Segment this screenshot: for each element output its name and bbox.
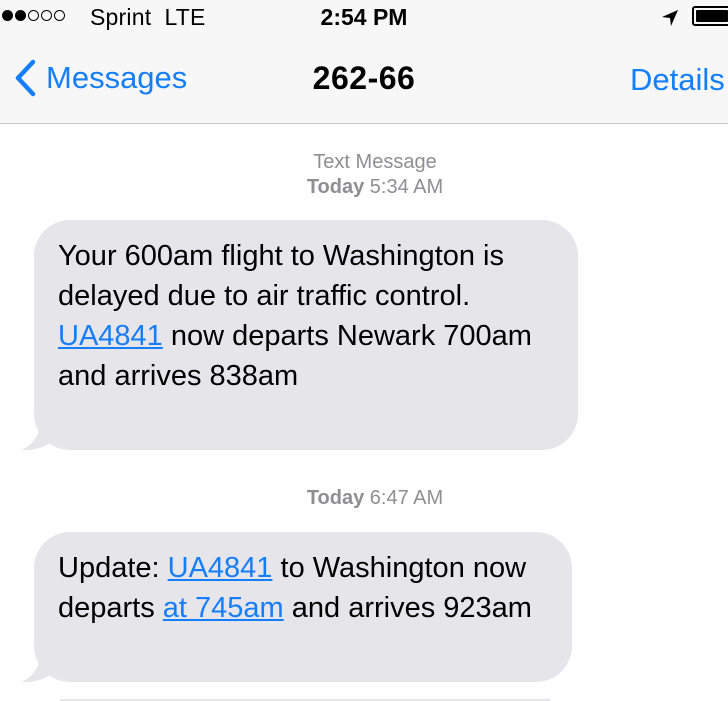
- message-thread[interactable]: Text Message Today 5:34 AM Your 600am fl…: [0, 124, 728, 701]
- message-bubble[interactable]: Your 600am flight to Washington is delay…: [34, 220, 578, 450]
- details-button[interactable]: Details: [630, 62, 725, 98]
- message-bubble[interactable]: Update: UA4841 to Washington now departs…: [34, 532, 572, 682]
- message-text: and arrives 923am: [283, 592, 532, 624]
- message-text: Your 600am flight to Washington is delay…: [58, 240, 505, 312]
- timestamp: Today 5:34 AM: [0, 175, 728, 200]
- timestamp: Today 6:47 AM: [0, 486, 728, 511]
- message-text: Update:: [58, 552, 168, 584]
- timestamp-day: Today: [306, 176, 365, 198]
- timestamp-time: 5:34 AM: [369, 176, 444, 198]
- battery-level: [696, 10, 728, 22]
- time-link[interactable]: at 745am: [163, 592, 284, 624]
- flight-number-link[interactable]: UA4841: [168, 552, 273, 584]
- timestamp-time: 6:47 AM: [369, 487, 444, 509]
- location-arrow-icon: [662, 10, 678, 26]
- navigation-bar: Messages 262-66 Details: [0, 34, 728, 124]
- flight-number-link[interactable]: UA4841: [58, 320, 163, 352]
- conversation-title: 262-66: [312, 60, 416, 96]
- message-type-label: Text Message: [313, 151, 437, 173]
- timestamp-day: Today: [306, 487, 365, 509]
- battery-icon: [692, 6, 728, 26]
- status-time: 2:54 PM: [320, 4, 408, 30]
- status-bar: Sprint LTE 2:54 PM: [0, 0, 728, 34]
